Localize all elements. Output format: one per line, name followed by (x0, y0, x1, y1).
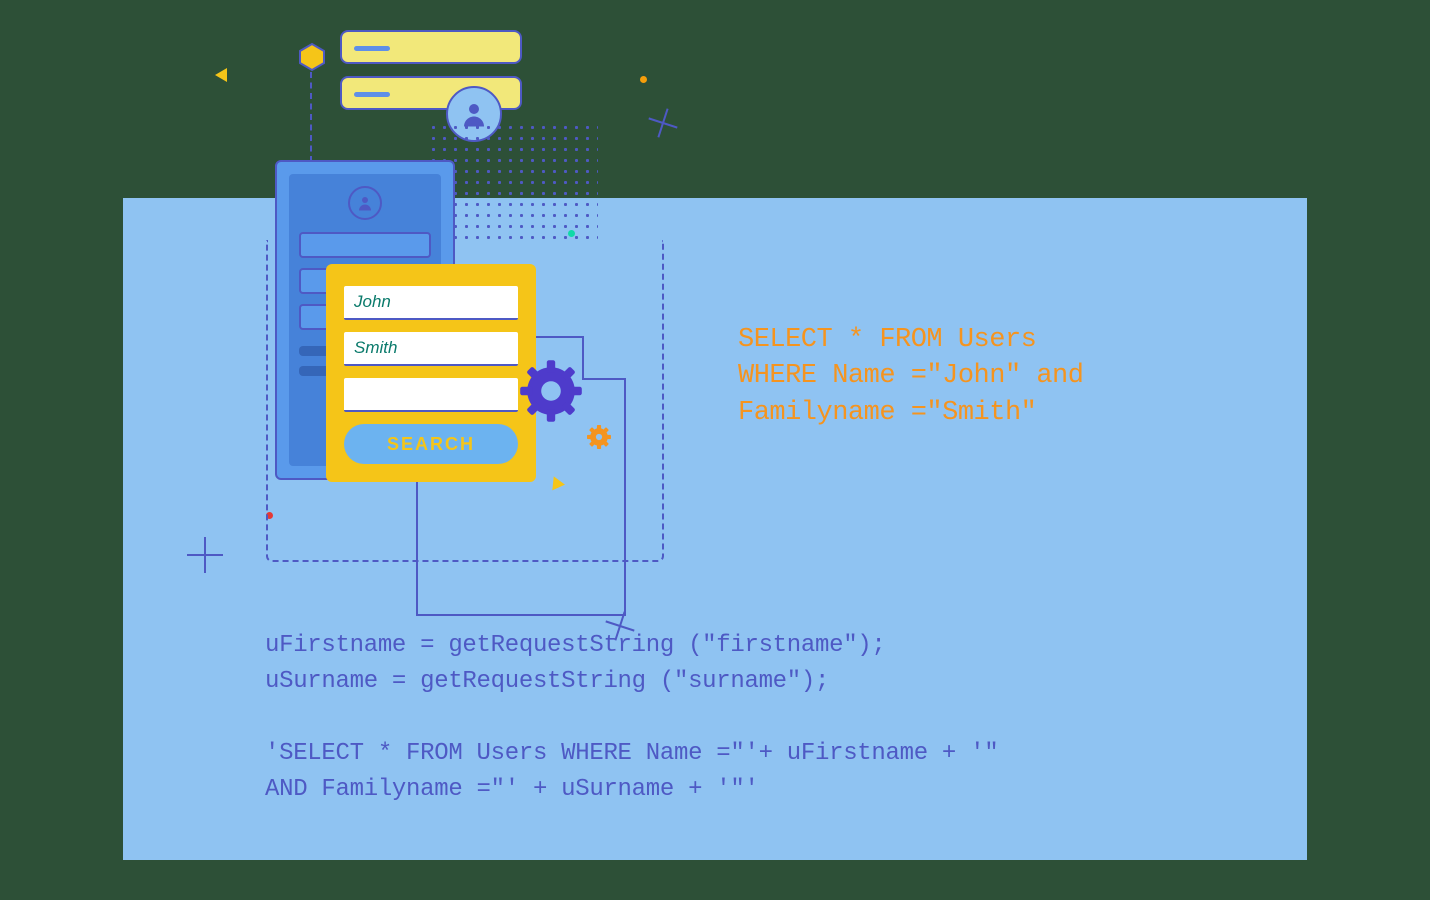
code-line: 'SELECT * FROM Users WHERE Name ="'+ uFi… (265, 740, 998, 767)
gear-icon (516, 356, 586, 426)
code-line: AND Familyname ="' + uSurname + '"' (265, 776, 759, 803)
dot-icon (640, 76, 647, 83)
sql-output: SELECT * FROM Users WHERE Name ="John" a… (738, 322, 1083, 431)
empty-field[interactable]: . (344, 378, 518, 412)
search-button[interactable]: SEARCH (344, 424, 518, 464)
sparkle-icon (648, 108, 678, 138)
gear-small-icon (586, 424, 612, 450)
code-line: uFirstname = getRequestString ("firstnam… (265, 632, 886, 659)
first-name-field[interactable]: John (344, 286, 518, 320)
mock-input (299, 232, 431, 258)
code-line: uSurname = getRequestString ("surname"); (265, 668, 829, 695)
code-block: uFirstname = getRequestString ("firstnam… (265, 628, 998, 808)
connector-line (310, 72, 312, 162)
user-icon (348, 186, 382, 220)
search-form-card: John Smith . SEARCH (326, 264, 536, 482)
dot-icon (568, 230, 575, 237)
plus-icon (187, 537, 223, 573)
sql-line: WHERE Name ="John" and (738, 358, 1083, 394)
sql-line: Familyname ="Smith" (738, 395, 1083, 431)
sql-line: SELECT * FROM Users (738, 322, 1083, 358)
last-name-field[interactable]: Smith (344, 332, 518, 366)
triangle-icon (215, 68, 227, 82)
hexagon-icon (297, 42, 327, 72)
decorative-tag-1 (340, 30, 522, 64)
